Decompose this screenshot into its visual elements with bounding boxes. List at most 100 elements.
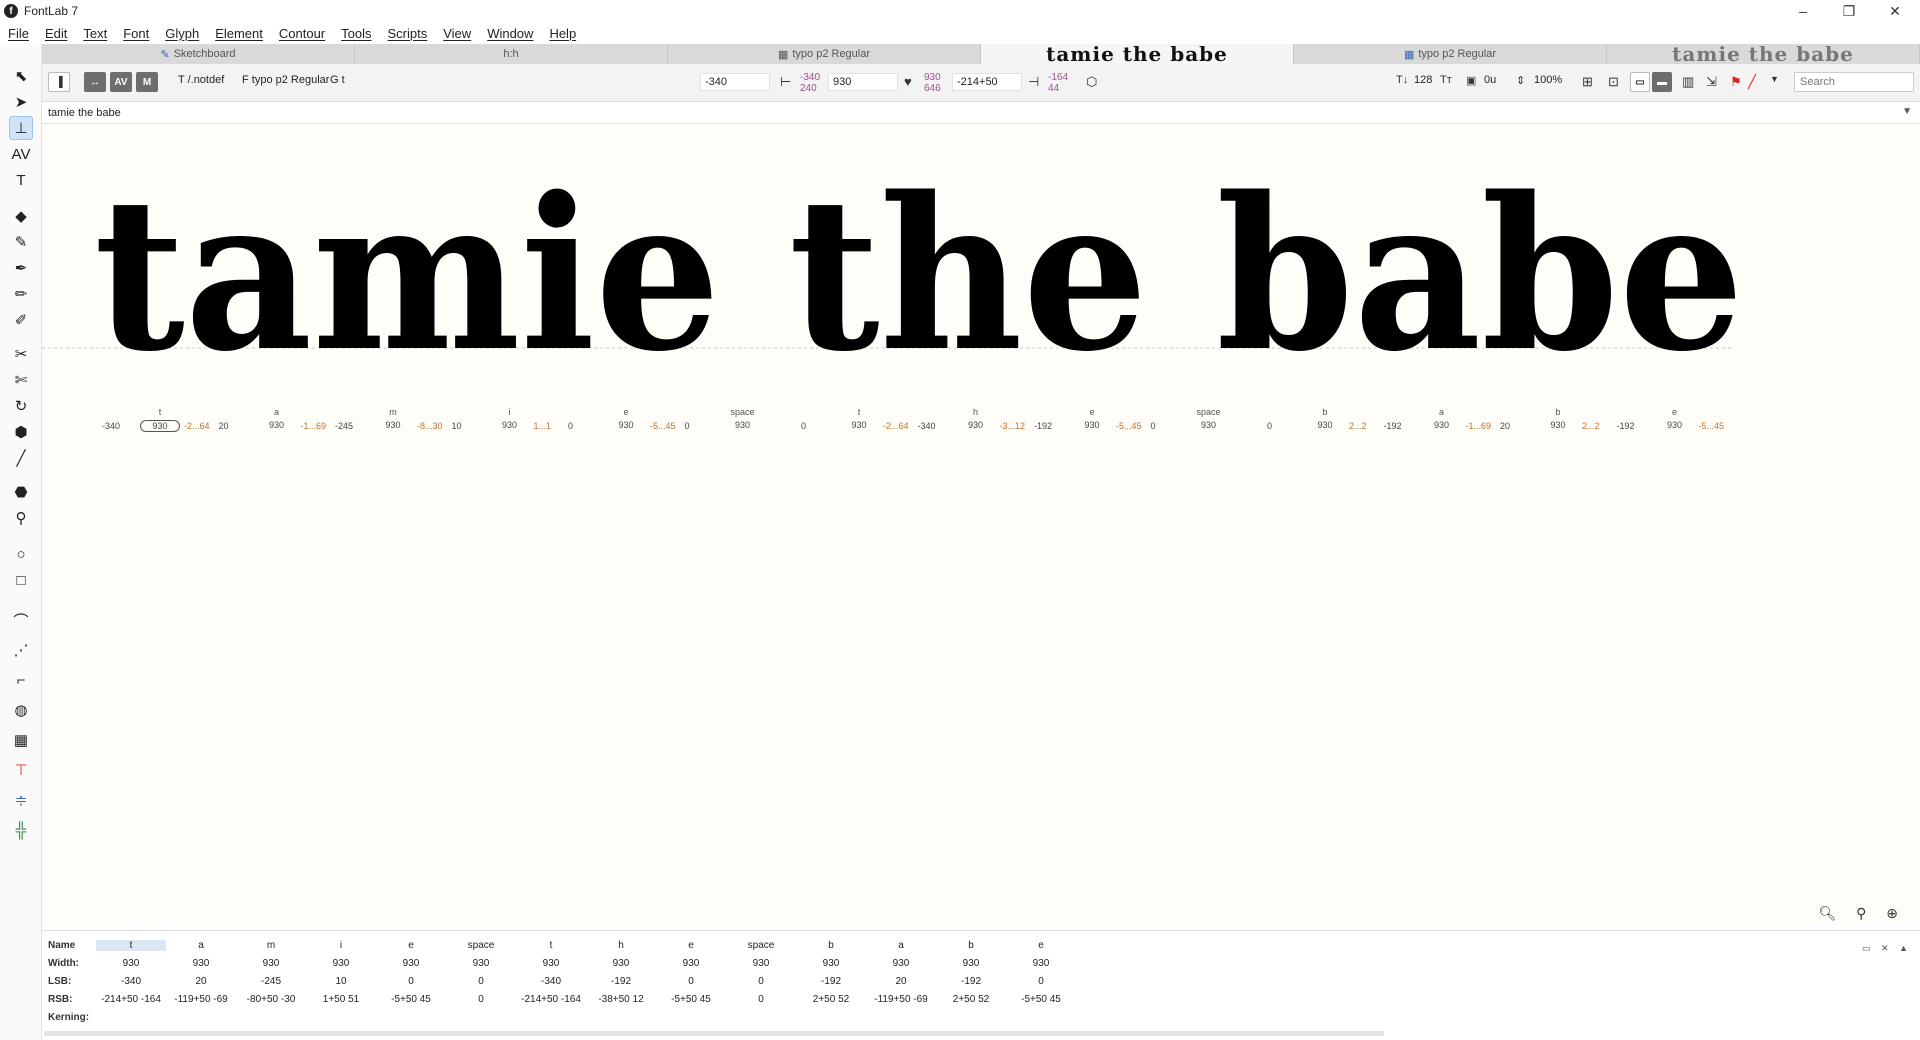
text-input[interactable]: tamie the babe [48, 107, 121, 119]
table-cell-width[interactable]: 930 [446, 958, 516, 969]
table-cell-lsb[interactable]: 0 [1006, 976, 1076, 987]
table-cell-lsb[interactable]: 0 [446, 976, 516, 987]
table-cell-width[interactable]: 930 [866, 958, 936, 969]
menu-element[interactable]: Element [215, 26, 263, 41]
glyph-lsb-value[interactable]: -192 [1384, 421, 1402, 431]
table-cell-name[interactable]: space [726, 940, 796, 951]
table-cell-rsb[interactable]: -5+50 45 [1006, 994, 1076, 1005]
glyph-rsb-value[interactable]: -2...64 [883, 421, 909, 431]
table-cell-lsb[interactable]: 0 [726, 976, 796, 987]
layers-icon[interactable]: ⬡ [1086, 74, 1097, 90]
brush-tool-icon[interactable]: ✎ [9, 230, 33, 254]
glyph-rsb-value[interactable]: 1...1 [534, 421, 552, 431]
glyph-notdef-label[interactable]: T /.notdef [178, 74, 224, 86]
table-cell-rsb[interactable]: 0 [726, 994, 796, 1005]
glyph-rsb-value[interactable]: 2...2 [1349, 421, 1367, 431]
table-cell-name[interactable]: b [796, 940, 866, 951]
zoom-in-icon[interactable]: ⚲ [1856, 905, 1874, 921]
anchor-tool-icon[interactable]: ╬ [9, 818, 33, 842]
ellipse-tool-icon[interactable]: ○ [9, 542, 33, 566]
fill-tool-icon[interactable]: ⬢ [9, 420, 33, 444]
table-cell-name[interactable]: e [376, 940, 446, 951]
glyph-width-value[interactable]: 930 [1422, 420, 1462, 430]
table-cell-rsb[interactable]: -214+50 -164 [96, 994, 166, 1005]
glyph-lsb-value[interactable]: 0 [568, 421, 573, 431]
font-name-label[interactable]: F typo p2 Regular [242, 74, 329, 86]
table-cell-rsb[interactable]: -119+50 -69 [866, 994, 936, 1005]
rectangle-tool-icon[interactable]: □ [9, 568, 33, 592]
table-cell-lsb[interactable]: 10 [306, 976, 376, 987]
glyph-width-value[interactable]: 930 [373, 420, 413, 430]
table-cell-name[interactable]: e [1006, 940, 1076, 951]
menu-view[interactable]: View [443, 26, 471, 41]
eyedropper-tool-icon[interactable]: ⚲ [9, 506, 33, 530]
tab-font-typo-p2-2[interactable]: ▦ typo p2 Regular [1294, 44, 1607, 64]
layout-single-button[interactable]: ▭ [1630, 72, 1650, 92]
menu-text[interactable]: Text [83, 26, 107, 41]
menu-contour[interactable]: Contour [279, 26, 325, 41]
glyph-lsb-value[interactable]: -340 [102, 421, 120, 431]
zoom-fit-icon[interactable]: ⊕ [1886, 905, 1906, 921]
table-cell-name[interactable]: b [936, 940, 1006, 951]
rapid-tool-icon[interactable]: ✐ [9, 308, 33, 332]
pen-tool-icon[interactable]: ✒ [9, 256, 33, 280]
tab-hh[interactable]: h:h [355, 44, 668, 64]
table-cell-rsb[interactable]: -5+50 45 [656, 994, 726, 1005]
table-cell-width[interactable]: 930 [516, 958, 586, 969]
pencil-tool-icon[interactable]: ✏ [9, 282, 33, 306]
grid-tool-icon[interactable]: ▦ [9, 728, 33, 752]
minimize-button[interactable]: – [1780, 0, 1826, 22]
tab-sketchboard[interactable]: ✎ Sketchboard [42, 44, 355, 64]
horizontal-scrollbar[interactable] [44, 1031, 1384, 1036]
table-cell-lsb[interactable]: -340 [516, 976, 586, 987]
glyph-lsb-value[interactable]: 10 [452, 421, 462, 431]
table-cell-lsb[interactable]: -192 [586, 976, 656, 987]
glyph-rsb-value[interactable]: -5...45 [1699, 421, 1725, 431]
tab-text-preview[interactable]: tamie the babe [981, 44, 1294, 64]
table-cell-lsb[interactable]: 0 [376, 976, 446, 987]
guide-tool-icon[interactable]: ⊤ [9, 758, 33, 782]
font-size-value[interactable]: 128 [1414, 74, 1432, 86]
table-cell-lsb[interactable]: 20 [166, 976, 236, 987]
table-cell-rsb[interactable]: -38+50 12 [586, 994, 656, 1005]
glyph-lsb-value[interactable]: 0 [1267, 421, 1272, 431]
search-input[interactable]: Search [1794, 72, 1914, 92]
glyph-width-value[interactable]: 930 [1655, 420, 1695, 430]
table-cell-name[interactable]: t [96, 940, 166, 951]
glyph-rsb-value[interactable]: -5...45 [650, 421, 676, 431]
ruler-tool-icon[interactable]: ╱ [9, 446, 33, 470]
zoom-controls[interactable]: 🔍︎ ⚲ ⊕ [1818, 905, 1906, 922]
table-cell-rsb[interactable]: -119+50 -69 [166, 994, 236, 1005]
table-cell-lsb[interactable]: 0 [656, 976, 726, 987]
view-options-icon[interactable]: ⊞ [1582, 74, 1593, 90]
menu-tools[interactable]: Tools [341, 26, 371, 41]
menu-font[interactable]: Font [123, 26, 149, 41]
table-cell-name[interactable]: a [866, 940, 936, 951]
table-cell-lsb[interactable]: -340 [96, 976, 166, 987]
table-cell-width[interactable]: 930 [166, 958, 236, 969]
glyph-lsb-value[interactable]: 20 [219, 421, 229, 431]
table-cell-rsb[interactable]: 2+50 52 [796, 994, 866, 1005]
table-cell-width[interactable]: 930 [656, 958, 726, 969]
glyph-width-value[interactable]: 930 [606, 420, 646, 430]
element-tool-icon[interactable]: ➤ [9, 90, 33, 114]
table-cell-name[interactable]: m [236, 940, 306, 951]
glyph-width-value[interactable]: 930 [839, 420, 879, 430]
menu-scripts[interactable]: Scripts [388, 26, 428, 41]
glyph-name-label[interactable]: G t [330, 74, 345, 86]
restore-button[interactable]: ❐ [1826, 0, 1872, 22]
table-cell-lsb[interactable]: 20 [866, 976, 936, 987]
table-cell-width[interactable]: 930 [1006, 958, 1076, 969]
rotate-tool-icon[interactable]: ↻ [9, 394, 33, 418]
table-cell-name[interactable]: space [446, 940, 516, 951]
layout-double-button[interactable]: ▬ [1652, 72, 1672, 92]
flag-icon[interactable]: ⚑ [1730, 74, 1742, 90]
text-tool-icon[interactable]: T [9, 168, 33, 192]
chevron-down-icon[interactable]: ▼ [1770, 74, 1779, 84]
table-cell-lsb[interactable]: -192 [796, 976, 866, 987]
table-cell-name[interactable]: i [306, 940, 376, 951]
glyph-width-value[interactable]: 930 [1189, 420, 1229, 430]
table-cell-rsb[interactable]: 0 [446, 994, 516, 1005]
color-icon[interactable]: ╱ [1748, 74, 1756, 90]
kerning-tool-icon[interactable]: AV [9, 142, 33, 166]
